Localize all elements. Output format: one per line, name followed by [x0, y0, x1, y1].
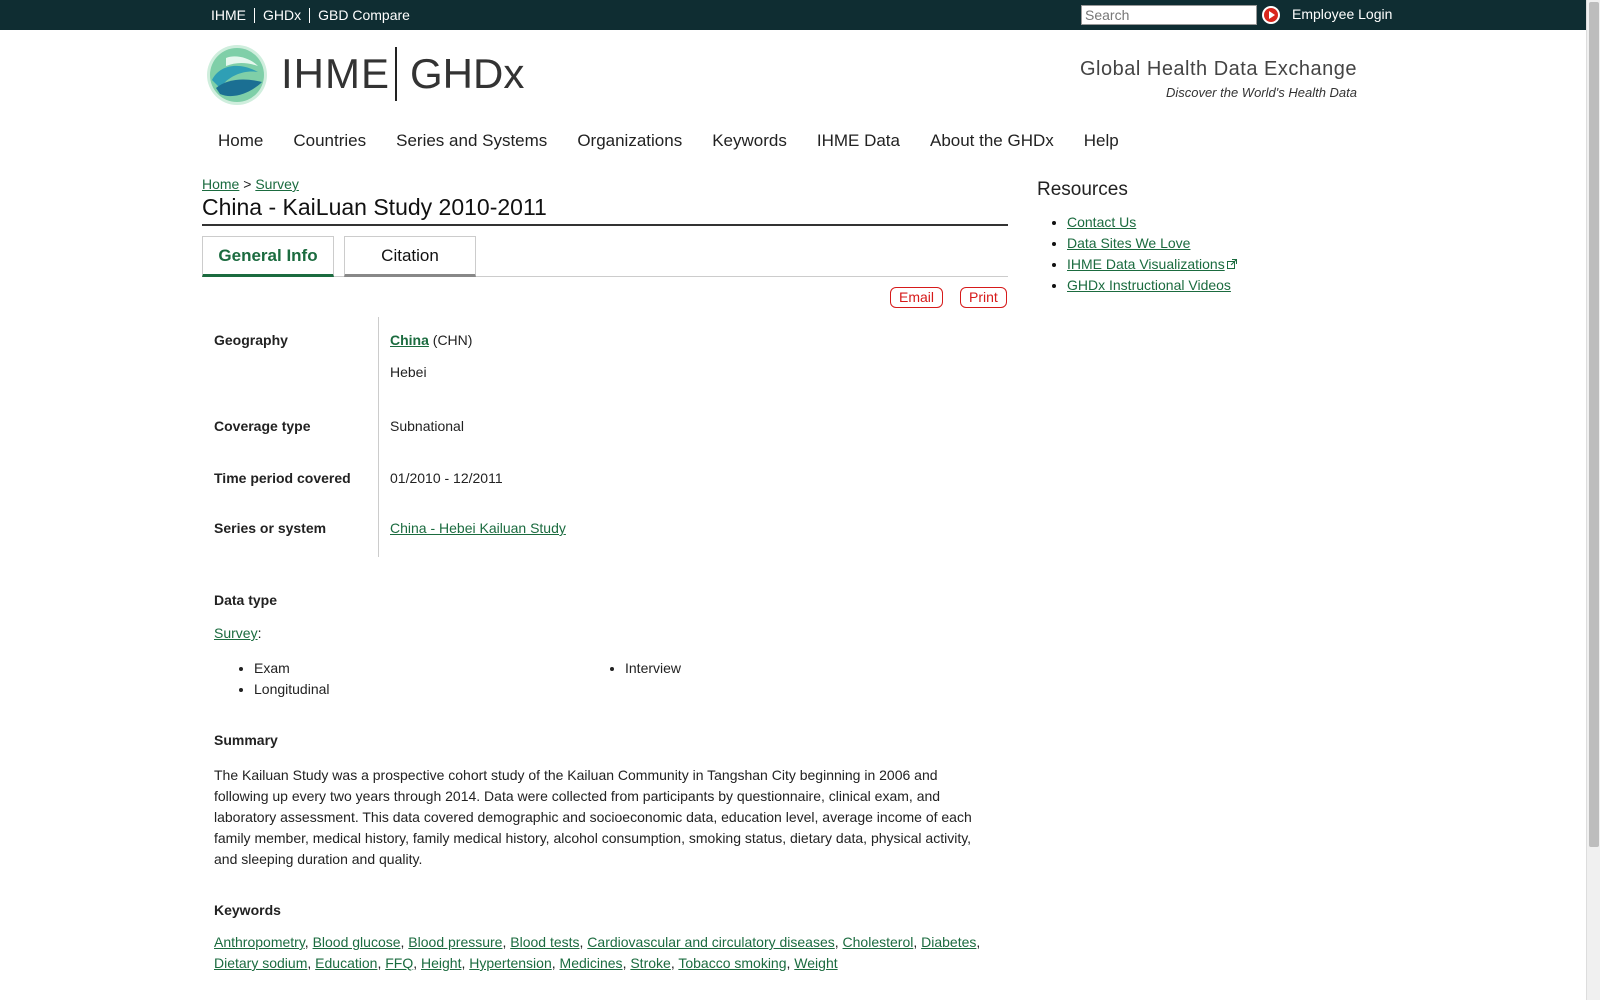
- list-item: Exam: [254, 658, 330, 679]
- search-go-button[interactable]: [1262, 6, 1280, 24]
- keywords-list: Anthropometry, Blood glucose, Blood pres…: [214, 934, 981, 971]
- top-bar: IHME GHDx GBD Compare Employee Login: [0, 0, 1586, 30]
- keyword-link[interactable]: Cholesterol: [843, 934, 914, 950]
- breadcrumb: Home > Survey: [202, 176, 299, 192]
- nav-series-and-systems[interactable]: Series and Systems: [381, 131, 562, 151]
- resource-instructional-videos[interactable]: GHDx Instructional Videos: [1067, 277, 1231, 293]
- keyword-link[interactable]: Medicines: [560, 955, 623, 971]
- keyword-link[interactable]: Dietary sodium: [214, 955, 307, 971]
- resource-item: Contact Us: [1067, 212, 1237, 233]
- field-time-period: Time period covered 01/2010 - 12/2011: [202, 456, 1008, 508]
- data-type-line: Survey:: [214, 625, 262, 641]
- top-link-ghdx[interactable]: GHDx: [254, 7, 309, 23]
- tagline-title: Global Health Data Exchange: [1080, 58, 1357, 80]
- logo-ihme-text[interactable]: IHME: [281, 50, 390, 98]
- field-geography: Geography China (CHN) Hebei: [202, 317, 1008, 404]
- series-label: Series or system: [214, 520, 327, 536]
- page-title: China - KaiLuan Study 2010-2011: [202, 194, 1008, 226]
- list-item: Longitudinal: [254, 679, 330, 700]
- resource-item: IHME Data Visualizations: [1067, 254, 1237, 275]
- keyword-link[interactable]: Tobacco smoking: [678, 955, 786, 971]
- nav-home[interactable]: Home: [203, 131, 278, 151]
- breadcrumb-home[interactable]: Home: [202, 176, 239, 192]
- top-links: IHME GHDx GBD Compare: [203, 0, 418, 30]
- series-link[interactable]: China - Hebei Kailuan Study: [390, 520, 566, 536]
- resources-list: Contact Us Data Sites We Love IHME Data …: [1037, 212, 1237, 296]
- keyword-link[interactable]: Blood pressure: [408, 934, 502, 950]
- nav-countries[interactable]: Countries: [278, 131, 381, 151]
- field-series-or-system: Series or system China - Hebei Kailuan S…: [202, 508, 1008, 557]
- top-link-gbd-compare[interactable]: GBD Compare: [309, 7, 418, 23]
- resource-item: GHDx Instructional Videos: [1067, 275, 1237, 296]
- series-value: China - Hebei Kailuan Study: [378, 508, 1008, 557]
- data-type-heading: Data type: [214, 592, 278, 608]
- summary-text: The Kailuan Study was a prospective coho…: [214, 767, 972, 867]
- nav-help[interactable]: Help: [1069, 131, 1134, 151]
- keyword-link[interactable]: Blood glucose: [313, 934, 401, 950]
- resources-heading: Resources: [1037, 179, 1128, 200]
- geography-label: Geography: [214, 332, 288, 348]
- keyword-link[interactable]: FFQ: [385, 955, 413, 971]
- coverage-type-label: Coverage type: [214, 418, 311, 434]
- breadcrumb-survey[interactable]: Survey: [255, 176, 299, 192]
- keyword-link[interactable]: Stroke: [630, 955, 670, 971]
- scrollbar[interactable]: [1586, 0, 1600, 1000]
- geography-value: China (CHN) Hebei: [378, 317, 1008, 404]
- tagline-subtitle: Discover the World's Health Data: [1165, 85, 1357, 100]
- logo-divider: [395, 47, 397, 101]
- keyword-link[interactable]: Diabetes: [921, 934, 976, 950]
- geography-region: Hebei: [390, 364, 427, 380]
- data-type-list-2: Interview: [585, 658, 681, 679]
- keyword-link[interactable]: Weight: [794, 955, 837, 971]
- main-nav: Home Countries Series and Systems Organi…: [203, 131, 1134, 151]
- resource-item: Data Sites We Love: [1067, 233, 1237, 254]
- employee-login-link[interactable]: Employee Login: [1292, 6, 1392, 22]
- nav-ihme-data[interactable]: IHME Data: [802, 131, 915, 151]
- print-button[interactable]: Print: [960, 287, 1007, 308]
- logo-ghdx-text[interactable]: GHDx: [410, 50, 524, 98]
- keyword-link[interactable]: Blood tests: [510, 934, 579, 950]
- external-link-icon: [1226, 259, 1237, 269]
- list-item: Interview: [625, 658, 681, 679]
- nav-organizations[interactable]: Organizations: [562, 131, 697, 151]
- keyword-link[interactable]: Education: [315, 955, 377, 971]
- email-button[interactable]: Email: [890, 287, 944, 308]
- coverage-type-value: Subnational: [378, 404, 1008, 456]
- geography-code: (CHN): [432, 332, 473, 348]
- data-type-list-1: Exam Longitudinal: [214, 658, 330, 700]
- keyword-link[interactable]: Anthropometry: [214, 934, 305, 950]
- tagline: Global Health Data Exchange Discover the…: [1080, 58, 1357, 100]
- breadcrumb-separator: >: [243, 176, 252, 192]
- nav-about-the-ghdx[interactable]: About the GHDx: [915, 131, 1069, 151]
- time-period-label: Time period covered: [214, 470, 351, 486]
- keywords-heading: Keywords: [214, 902, 281, 918]
- search-input[interactable]: [1081, 5, 1257, 25]
- resource-ihme-data-viz[interactable]: IHME Data Visualizations: [1067, 256, 1225, 272]
- geography-country-link[interactable]: China: [390, 332, 429, 348]
- resource-contact-us[interactable]: Contact Us: [1067, 214, 1136, 230]
- scrollbar-thumb[interactable]: [1589, 2, 1599, 847]
- top-link-ihme[interactable]: IHME: [203, 7, 254, 23]
- info-fields: Geography China (CHN) Hebei Coverage typ…: [202, 317, 1008, 557]
- tab-bar: General Info Citation: [202, 236, 1008, 277]
- tab-citation[interactable]: Citation: [344, 236, 476, 277]
- nav-keywords[interactable]: Keywords: [697, 131, 802, 151]
- resource-data-sites[interactable]: Data Sites We Love: [1067, 235, 1190, 251]
- time-period-value: 01/2010 - 12/2011: [378, 456, 1008, 508]
- tab-general-info[interactable]: General Info: [202, 236, 334, 277]
- keyword-link[interactable]: Cardiovascular and circulatory diseases: [587, 934, 834, 950]
- ihme-logo-icon[interactable]: [206, 44, 268, 106]
- summary-heading: Summary: [214, 732, 278, 748]
- field-coverage-type: Coverage type Subnational: [202, 404, 1008, 456]
- keyword-link[interactable]: Height: [421, 955, 461, 971]
- data-type-survey-link[interactable]: Survey: [214, 625, 258, 641]
- keyword-link[interactable]: Hypertension: [469, 955, 552, 971]
